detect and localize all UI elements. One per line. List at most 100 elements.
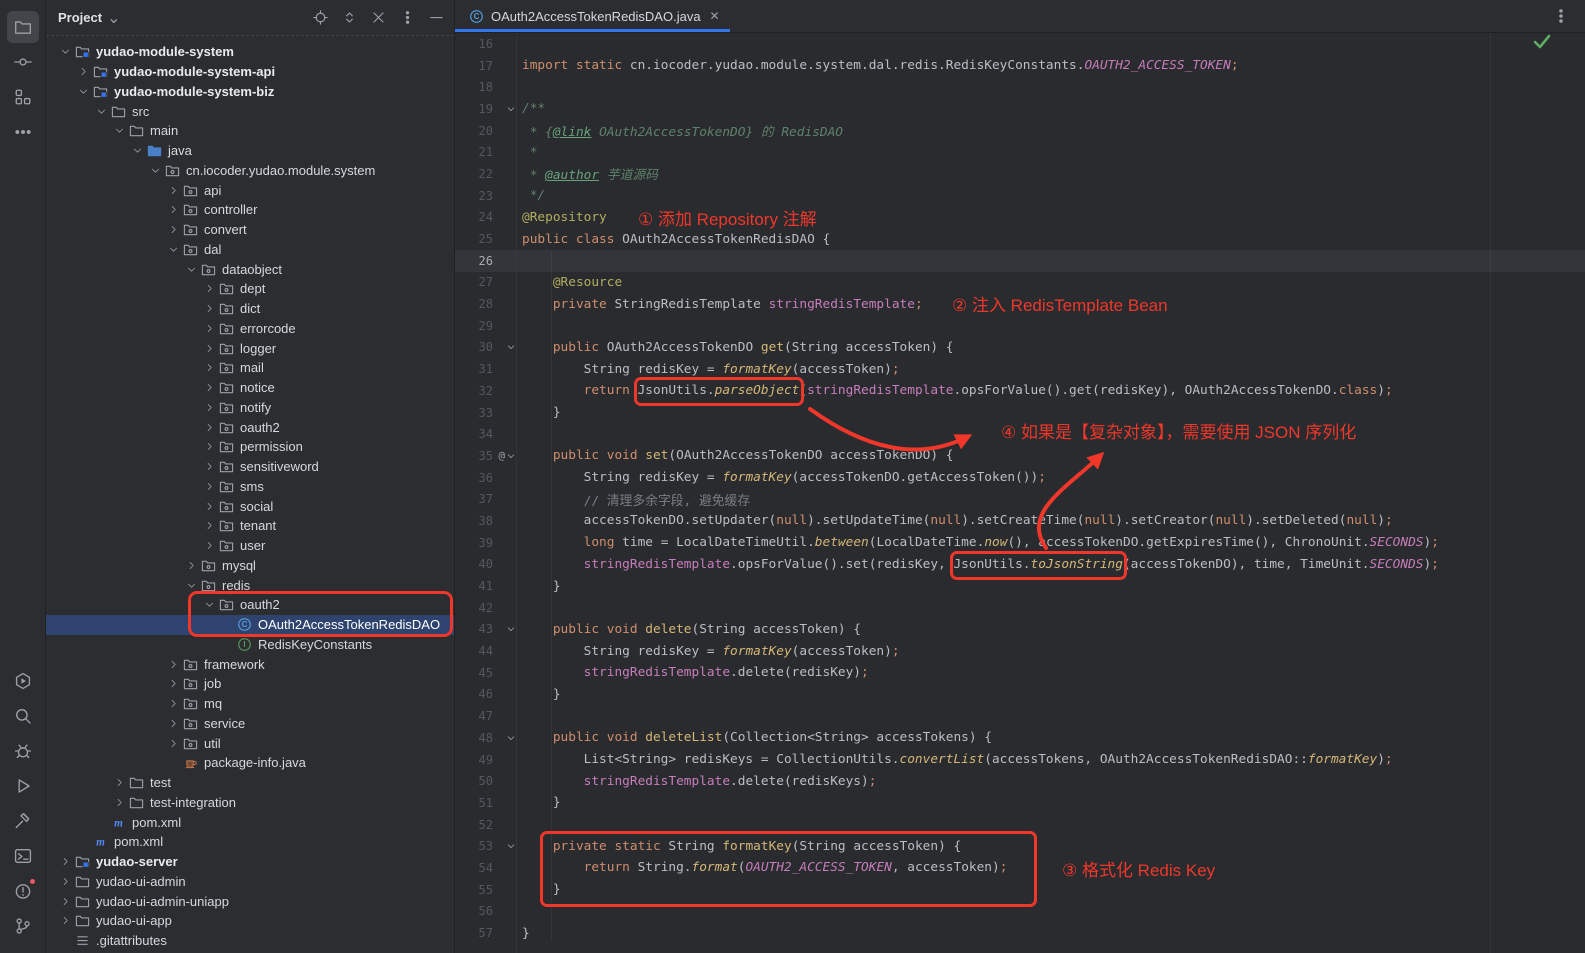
line-number[interactable]: 33 <box>455 406 493 420</box>
tree-item-api[interactable]: api <box>46 180 454 200</box>
code-line-44[interactable]: 44 String redisKey = formatKey(accessTok… <box>455 640 1585 662</box>
chevron-right-icon[interactable] <box>110 775 128 791</box>
tree-item-package-info-java[interactable]: package-info.java <box>46 753 454 773</box>
line-number[interactable]: 39 <box>455 536 493 550</box>
line-number[interactable]: 29 <box>455 319 493 333</box>
line-number[interactable]: 20 <box>455 124 493 138</box>
code-line-27[interactable]: 27 @Resource <box>455 272 1585 294</box>
code-line-37[interactable]: 37 // 清理多余字段, 避免缓存 <box>455 488 1585 510</box>
chevron-right-icon[interactable] <box>200 399 218 415</box>
chevron-right-icon[interactable] <box>56 873 74 889</box>
chevron-right-icon[interactable] <box>164 735 182 751</box>
tree-item-yudao-server[interactable]: yudao-server <box>46 852 454 872</box>
tree-item-logger[interactable]: logger <box>46 338 454 358</box>
line-number[interactable]: 21 <box>455 145 493 159</box>
line-number[interactable]: 31 <box>455 362 493 376</box>
code-line-24[interactable]: 24@Repository <box>455 207 1585 229</box>
locate-file-button[interactable] <box>312 10 328 26</box>
tree-item-convert[interactable]: convert <box>46 220 454 240</box>
line-number[interactable]: 52 <box>455 818 493 832</box>
code-line-34[interactable]: 34 <box>455 423 1585 445</box>
chevron-right-icon[interactable] <box>164 202 182 218</box>
tree-item-pom-xml[interactable]: mpom.xml <box>46 832 454 852</box>
tree-item-dept[interactable]: dept <box>46 279 454 299</box>
code-line-52[interactable]: 52 <box>455 814 1585 836</box>
chevron-right-icon[interactable] <box>164 182 182 198</box>
line-number[interactable]: 19 <box>455 102 493 116</box>
tree-item-dal[interactable]: dal <box>46 240 454 260</box>
tree-item-test[interactable]: test <box>46 773 454 793</box>
chevron-right-icon[interactable] <box>200 320 218 336</box>
tree-item-notice[interactable]: notice <box>46 378 454 398</box>
hide-panel-button[interactable] <box>428 10 444 26</box>
tree-item-mysql[interactable]: mysql <box>46 556 454 576</box>
chevron-down-icon[interactable] <box>110 123 128 139</box>
tree-item-redis[interactable]: redis <box>46 575 454 595</box>
code-line-20[interactable]: 20 * {@link OAuth2AccessTokenDO} 的 Redis… <box>455 120 1585 142</box>
code-line-56[interactable]: 56 <box>455 901 1585 923</box>
line-number[interactable]: 25 <box>455 232 493 246</box>
code-line-32[interactable]: 32 return JsonUtils.parseObject(stringRe… <box>455 380 1585 402</box>
code-line-41[interactable]: 41 } <box>455 575 1585 597</box>
chevron-right-icon[interactable] <box>200 498 218 514</box>
code-line-45[interactable]: 45 stringRedisTemplate.delete(redisKey); <box>455 662 1585 684</box>
fold-marker[interactable] <box>493 841 516 851</box>
chevron-right-icon[interactable] <box>200 419 218 435</box>
code-line-47[interactable]: 47 <box>455 705 1585 727</box>
tab-oauth2accesstokenredisdao[interactable]: C OAuth2AccessTokenRedisDAO.java ✕ <box>455 0 730 32</box>
tree-item-yudao-ui-app[interactable]: yudao-ui-app <box>46 911 454 931</box>
line-number[interactable]: 18 <box>455 80 493 94</box>
line-number[interactable]: 23 <box>455 189 493 203</box>
line-number[interactable]: 50 <box>455 774 493 788</box>
services-tool-button[interactable] <box>7 665 39 697</box>
tree-item-notify[interactable]: notify <box>46 398 454 418</box>
chevron-down-icon[interactable] <box>182 261 200 277</box>
line-number[interactable]: 44 <box>455 644 493 658</box>
chevron-right-icon[interactable] <box>200 538 218 554</box>
code-line-42[interactable]: 42 <box>455 597 1585 619</box>
collapse-all-button[interactable] <box>370 10 386 26</box>
tree-item-social[interactable]: social <box>46 496 454 516</box>
fold-marker[interactable]: @ <box>493 449 516 462</box>
commit-tool-button[interactable] <box>7 46 39 78</box>
tree-item-dict[interactable]: dict <box>46 299 454 319</box>
tree-item-oauth2[interactable]: oauth2 <box>46 417 454 437</box>
tree-item-rediskeyconstants[interactable]: IRedisKeyConstants <box>46 635 454 655</box>
line-number[interactable]: 47 <box>455 709 493 723</box>
fold-chevron-icon[interactable] <box>506 342 516 352</box>
tree-item-user[interactable]: user <box>46 536 454 556</box>
line-number[interactable]: 34 <box>455 427 493 441</box>
fold-chevron-icon[interactable] <box>506 624 516 634</box>
line-number[interactable]: 26 <box>455 254 493 268</box>
line-number[interactable]: 45 <box>455 666 493 680</box>
fold-chevron-icon[interactable] <box>506 841 516 851</box>
line-number[interactable]: 56 <box>455 904 493 918</box>
line-number[interactable]: 46 <box>455 687 493 701</box>
tree-item-yudao-ui-admin[interactable]: yudao-ui-admin <box>46 872 454 892</box>
code-line-49[interactable]: 49 List<String> redisKeys = CollectionUt… <box>455 749 1585 771</box>
line-number[interactable]: 30 <box>455 340 493 354</box>
panel-options-button[interactable] <box>399 10 415 26</box>
code-line-23[interactable]: 23 */ <box>455 185 1585 207</box>
git-tool-button[interactable] <box>7 910 39 942</box>
tree-item-sensitiveword[interactable]: sensitiveword <box>46 457 454 477</box>
tree-item-yudao-module-system[interactable]: yudao-module-system <box>46 42 454 62</box>
chevron-right-icon[interactable] <box>200 380 218 396</box>
code-line-38[interactable]: 38 accessTokenDO.setUpdater(null).setUpd… <box>455 510 1585 532</box>
project-panel-title[interactable]: Project <box>58 10 102 25</box>
chevron-right-icon[interactable] <box>164 715 182 731</box>
fold-chevron-icon[interactable] <box>506 451 516 461</box>
line-number[interactable]: 16 <box>455 37 493 51</box>
tree-item-mq[interactable]: mq <box>46 694 454 714</box>
fold-chevron-icon[interactable] <box>506 104 516 114</box>
fold-marker[interactable] <box>493 624 516 634</box>
code-line-33[interactable]: 33 } <box>455 402 1585 424</box>
fold-marker[interactable] <box>493 733 516 743</box>
line-number[interactable]: 28 <box>455 297 493 311</box>
tree-item-sms[interactable]: sms <box>46 477 454 497</box>
debug-tool-button[interactable] <box>7 735 39 767</box>
line-number[interactable]: 48 <box>455 731 493 745</box>
chevron-down-icon[interactable] <box>74 83 92 99</box>
tree-item-yudao-module-system-api[interactable]: yudao-module-system-api <box>46 62 454 82</box>
tree-item-dataobject[interactable]: dataobject <box>46 259 454 279</box>
